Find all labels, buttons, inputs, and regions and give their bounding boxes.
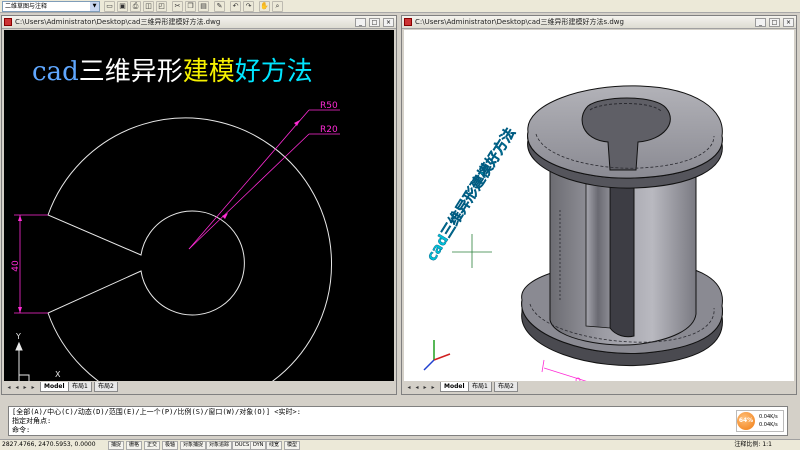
- dimension-40[interactable]: 40: [11, 214, 48, 314]
- upload-rate: 0.04K/s: [759, 414, 778, 420]
- minimize-icon[interactable]: _: [755, 18, 766, 27]
- next-tab-icon[interactable]: ▸: [21, 383, 29, 392]
- redo-icon[interactable]: ↷: [243, 1, 254, 12]
- autocad-app: 二维草图与注释 ▼ ▭ ▣ ⎙ ◫ ◰ ✂ ❐ ▤ ✎ ↶ ↷ ✋ ⌕ C:\U…: [0, 0, 800, 450]
- tab-layout1[interactable]: 布局1: [68, 382, 92, 392]
- dwg-file-icon: [404, 18, 412, 26]
- toggle-lineweight[interactable]: 线宽: [266, 441, 283, 450]
- status-bar: 2827.4766, 2470.5953, 0.0000 捕捉 栅格 正交 极轴…: [0, 439, 800, 450]
- command-history[interactable]: [全部(A)/中心(C)/动态(D)/范围(E)/上一个(P)/比例(S)/窗口…: [8, 406, 788, 436]
- first-tab-icon[interactable]: ◂: [5, 383, 13, 392]
- dimension-40-label: 40: [11, 260, 21, 272]
- tab-model[interactable]: Model: [440, 382, 469, 392]
- ucs-y-label: Y: [15, 332, 21, 341]
- right-layout-tabs: ◂ ◂ ▸ ▸ Model 布局1 布局2: [404, 382, 794, 393]
- heading-part-model: 建模: [183, 57, 235, 87]
- toggle-model[interactable]: 模型: [284, 441, 301, 450]
- download-rate: 0.04K/s: [759, 422, 778, 428]
- toggle-otrack[interactable]: 对象追踪: [206, 441, 233, 450]
- next-tab-icon[interactable]: ▸: [421, 383, 429, 392]
- tab-model[interactable]: Model: [40, 382, 69, 392]
- tab-layout1[interactable]: 布局1: [468, 382, 492, 392]
- toggle-grid[interactable]: 栅格: [126, 441, 143, 450]
- prev-tab-icon[interactable]: ◂: [413, 383, 421, 392]
- toggle-osnap[interactable]: 对象捕捉: [180, 441, 207, 450]
- maximize-icon[interactable]: □: [369, 18, 380, 27]
- workspace-select[interactable]: 二维草图与注释 ▼: [2, 1, 100, 12]
- minimize-icon[interactable]: _: [355, 18, 366, 27]
- chevron-down-icon: ▼: [90, 2, 99, 11]
- paste-icon[interactable]: ▤: [198, 1, 209, 12]
- command-prompt[interactable]: 命令:: [12, 426, 30, 435]
- maximize-icon[interactable]: □: [769, 18, 780, 27]
- dimension-r50-label: R50: [320, 101, 338, 111]
- publish-icon[interactable]: ◰: [156, 1, 167, 12]
- close-icon[interactable]: ×: [383, 18, 394, 27]
- left-model-canvas[interactable]: cad三维异形建模好方法 40 R50 R20 Y X: [4, 30, 394, 381]
- heading-part-method: 好方法: [235, 57, 313, 87]
- command-line-1: [全部(A)/中心(C)/动态(D)/范围(E)/上一个(P)/比例(S)/窗口…: [12, 408, 301, 416]
- standard-toolbar: 二维草图与注释 ▼ ▭ ▣ ⎙ ◫ ◰ ✂ ❐ ▤ ✎ ↶ ↷ ✋ ⌕: [0, 0, 800, 13]
- right-window-titlebar[interactable]: C:\Users\Administrator\Desktop\cad三维异形建模…: [402, 16, 796, 29]
- toggle-ortho[interactable]: 正交: [144, 441, 161, 450]
- c-profile-outline[interactable]: [47, 117, 333, 381]
- dwg-file-icon: [4, 18, 12, 26]
- prev-tab-icon[interactable]: ◂: [13, 383, 21, 392]
- toggle-snap[interactable]: 捕捉: [108, 441, 125, 450]
- plot-preview-icon[interactable]: ◫: [143, 1, 154, 12]
- match-properties-icon[interactable]: ✎: [214, 1, 225, 12]
- toggle-dyn[interactable]: DYN: [250, 441, 267, 450]
- command-window: [全部(A)/中心(C)/动态(D)/范围(E)/上一个(P)/比例(S)/窗口…: [0, 398, 800, 438]
- last-tab-icon[interactable]: ▸: [29, 383, 37, 392]
- dimension-radii[interactable]: R50 R20: [188, 101, 340, 250]
- overlay-3d-text: cad三维异形建模好方法: [423, 125, 519, 264]
- cut-icon[interactable]: ✂: [172, 1, 183, 12]
- tab-layout2[interactable]: 布局2: [94, 382, 118, 392]
- coordinates-readout: 2827.4766, 2470.5953, 0.0000: [2, 441, 96, 448]
- 3d-spool-model[interactable]: [521, 85, 723, 367]
- heading-part-cad: cad: [32, 57, 79, 87]
- left-drawing-window: C:\Users\Administrator\Desktop\cad三维异形建模…: [1, 15, 397, 395]
- pan-icon[interactable]: ✋: [259, 1, 270, 12]
- left-layout-tabs: ◂ ◂ ▸ ▸ Model 布局1 布局2: [4, 382, 394, 393]
- save-icon[interactable]: ▣: [117, 1, 128, 12]
- first-tab-icon[interactable]: ◂: [405, 383, 413, 392]
- cursor-crosshair: [452, 234, 492, 268]
- toggle-polar[interactable]: 极轴: [162, 441, 179, 450]
- right-drawing-window: C:\Users\Administrator\Desktop\cad三维异形建模…: [401, 15, 797, 395]
- command-line-2: 指定对角点:: [12, 417, 52, 425]
- 3d-ucs-icon: [423, 340, 451, 371]
- left-window-title: C:\Users\Administrator\Desktop\cad三维异形建模…: [15, 18, 221, 26]
- dimension-r20-label: R20: [320, 125, 338, 135]
- close-icon[interactable]: ×: [783, 18, 794, 27]
- left-window-titlebar[interactable]: C:\Users\Administrator\Desktop\cad三维异形建模…: [2, 16, 396, 29]
- heading-text: cad三维异形建模好方法: [32, 57, 313, 87]
- tab-layout2[interactable]: 布局2: [494, 382, 518, 392]
- annotation-scale[interactable]: 注释比例: 1:1: [734, 440, 772, 450]
- undo-icon[interactable]: ↶: [230, 1, 241, 12]
- right-model-canvas[interactable]: cad三维异形建模好方法: [404, 30, 794, 381]
- speed-percent: 64%: [738, 417, 754, 424]
- open-icon[interactable]: ▭: [104, 1, 115, 12]
- right-window-title: C:\Users\Administrator\Desktop\cad三维异形建模…: [415, 18, 624, 26]
- print-icon[interactable]: ⎙: [130, 1, 141, 12]
- workspace-label: 二维草图与注释: [5, 3, 48, 10]
- network-speed-widget[interactable]: 64% 0.04K/s 0.04K/s: [736, 410, 784, 432]
- heading-part-3d: 三维异形: [79, 57, 183, 87]
- zoom-icon[interactable]: ⌕: [272, 1, 283, 12]
- speed-ball-icon: 64%: [737, 412, 755, 430]
- ucs-icon: [15, 341, 30, 381]
- copy-icon[interactable]: ❐: [185, 1, 196, 12]
- ucs-x-label: X: [55, 370, 61, 379]
- last-tab-icon[interactable]: ▸: [429, 383, 437, 392]
